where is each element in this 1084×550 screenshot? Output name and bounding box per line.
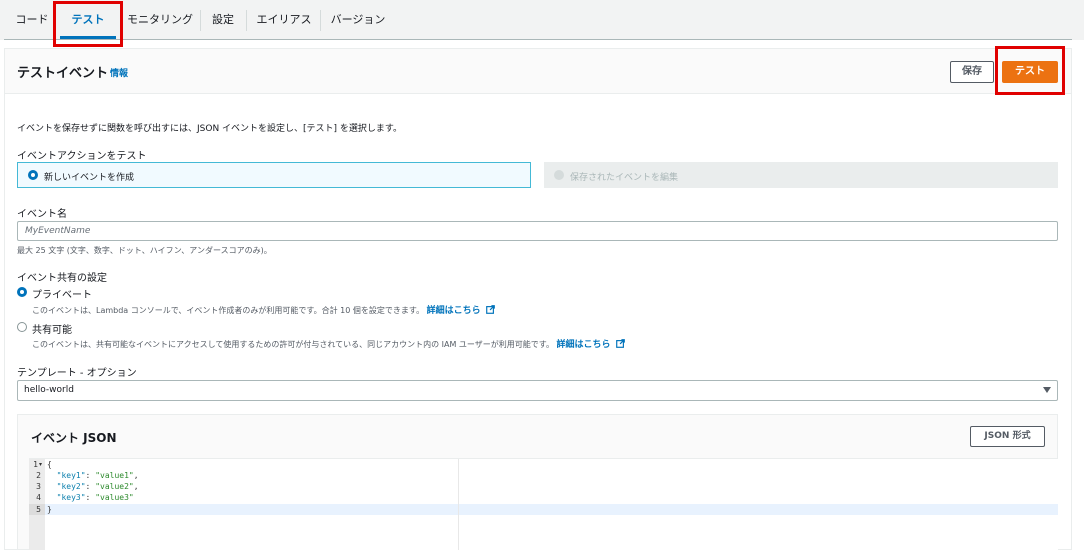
line-number: 1 — [33, 460, 38, 469]
code-line-4: "key3": "value3" — [56, 493, 134, 502]
sharing-label: イベント共有の設定 — [17, 273, 107, 284]
edit-saved-event-tile[interactable]: 保存されたイベントを編集 — [544, 162, 1058, 188]
tab-monitoring[interactable]: モニタリング — [124, 0, 196, 40]
event-name-hint: 最大 25 文字 (文字、数字、ドット、ハイフン、アンダースコアのみ)。 — [17, 246, 272, 255]
event-name-input[interactable]: MyEventName — [17, 221, 1058, 241]
line-number: 2 — [36, 471, 41, 480]
template-label: テンプレート - オプション — [17, 368, 137, 379]
line-number: 4 — [36, 493, 41, 502]
print-margin — [458, 459, 459, 550]
radio-new-event[interactable] — [28, 170, 38, 180]
intro-text: イベントを保存せずに関数を呼び出すには、JSON イベントを設定し、[テスト] … — [17, 124, 403, 134]
tab-settings[interactable]: 設定 — [204, 0, 242, 40]
shareable-description-text: このイベントは、共有可能なイベントにアクセスして使用するための許可が付与されてい… — [32, 340, 554, 349]
event-json-title: イベント JSON — [31, 431, 117, 445]
json-code-editor[interactable]: 1 ▾ 2 3 4 5 { "key1": "value1", "key2": … — [29, 458, 1058, 550]
action-label: イベントアクションをテスト — [17, 151, 147, 162]
save-button[interactable]: 保存 — [950, 61, 994, 83]
radio-shareable[interactable] — [17, 322, 27, 332]
json-format-button[interactable]: JSON 形式 — [970, 426, 1045, 447]
external-link-icon — [486, 305, 496, 314]
caret-down-icon — [1043, 387, 1051, 393]
active-line-highlight — [45, 504, 1058, 515]
line-number: 3 — [36, 482, 41, 491]
private-description: このイベントは、Lambda コンソールで、イベント作成者のみが利用可能です。合… — [32, 303, 496, 316]
code-line-2: "key1": "value1", — [56, 471, 139, 480]
code-line-3: "key2": "value2", — [56, 482, 139, 491]
card-header — [5, 49, 1071, 94]
event-name-placeholder: MyEventName — [25, 226, 91, 236]
tab-separator — [246, 10, 247, 31]
tab-separator — [320, 10, 321, 31]
tab-versions[interactable]: バージョン — [326, 0, 390, 40]
edit-saved-event-label: 保存されたイベントを編集 — [570, 173, 679, 183]
external-link-icon — [616, 339, 625, 348]
private-label: プライベート — [32, 290, 92, 301]
tab-separator — [200, 10, 201, 31]
tab-aliases[interactable]: エイリアス — [252, 0, 316, 40]
new-event-tile[interactable]: 新しいイベントを作成 — [17, 162, 531, 188]
radio-private[interactable] — [17, 287, 27, 297]
radio-edit-saved-event[interactable] — [554, 170, 564, 180]
highlight-box-test-tab — [53, 1, 123, 47]
shareable-description: このイベントは、共有可能なイベントにアクセスして使用するための許可が付与されてい… — [32, 337, 625, 350]
private-description-text: このイベントは、Lambda コンソールで、イベント作成者のみが利用可能です。合… — [32, 306, 425, 315]
event-name-label: イベント名 — [17, 209, 67, 220]
fold-arrow-icon[interactable]: ▾ — [39, 461, 42, 468]
template-select-value: hello-world — [24, 385, 74, 395]
code-line-1: { — [47, 460, 52, 469]
template-select[interactable]: hello-world — [17, 380, 1058, 401]
new-event-label: 新しいイベントを作成 — [44, 173, 135, 183]
highlight-box-test-button — [995, 46, 1065, 95]
learn-more-link-private[interactable]: 詳細はこちら — [427, 306, 481, 316]
shareable-label: 共有可能 — [32, 325, 72, 336]
tab-code[interactable]: コード — [8, 0, 56, 40]
line-number: 5 — [36, 505, 41, 514]
learn-more-link-shareable[interactable]: 詳細はこちら — [557, 340, 611, 350]
code-line-5: } — [47, 505, 52, 514]
info-link[interactable]: 情報 — [110, 66, 128, 79]
card-title: テストイベント — [17, 66, 109, 81]
